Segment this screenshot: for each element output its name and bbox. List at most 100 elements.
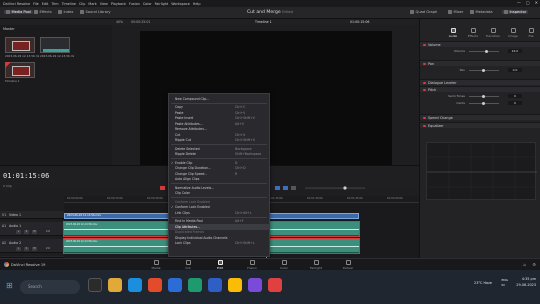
- page-tab-deliver[interactable]: Deliver: [338, 260, 358, 270]
- cents-value[interactable]: 0: [508, 100, 522, 105]
- page-tab-fusion[interactable]: Fusion: [242, 260, 262, 270]
- context-menu-item[interactable]: Auto Align Clips: [169, 177, 269, 183]
- weather-widget[interactable]: 23°C Haze: [474, 281, 492, 285]
- bin-name[interactable]: Master: [3, 27, 15, 31]
- home-icon[interactable]: ⌂: [523, 262, 526, 267]
- tab-image[interactable]: Image: [504, 28, 522, 38]
- context-menu-item[interactable]: New Compound Clip...: [169, 96, 269, 102]
- section-speed-change[interactable]: Speed Change: [420, 114, 540, 120]
- lock-track-icon[interactable]: L: [16, 247, 21, 251]
- section-pan[interactable]: Pan: [420, 60, 540, 66]
- menu-trim[interactable]: Trim: [51, 2, 58, 6]
- mute-track-button[interactable]: M: [32, 230, 37, 234]
- file-explorer-icon[interactable]: [108, 278, 122, 292]
- tab-effects[interactable]: Effects: [464, 28, 482, 38]
- page-tab-media[interactable]: Media: [146, 260, 166, 270]
- pan-value[interactable]: 0.0: [508, 67, 522, 72]
- menu-fairlight[interactable]: Fairlight: [155, 2, 169, 6]
- section-volume[interactable]: Volume: [420, 41, 540, 47]
- semitones-slider-knob[interactable]: [482, 94, 485, 98]
- excel-icon[interactable]: [188, 278, 202, 292]
- index-button[interactable]: Index: [58, 10, 73, 14]
- store-icon[interactable]: [248, 278, 262, 292]
- mail-icon[interactable]: [168, 278, 182, 292]
- section-equalizer[interactable]: Equalizer: [420, 122, 540, 128]
- pan-slider-knob[interactable]: [482, 68, 485, 72]
- media-pool-button[interactable]: Media Pool: [4, 10, 33, 14]
- page-tab-edit[interactable]: Edit: [210, 260, 230, 270]
- page-tab-fairlight[interactable]: Fairlight: [306, 260, 326, 270]
- volume-value[interactable]: 24.0: [508, 48, 522, 53]
- menu-help[interactable]: Help: [193, 2, 201, 6]
- word-icon[interactable]: [208, 278, 222, 292]
- track-header-audio-1[interactable]: A1 Audio 1 L S M 2.0: [0, 222, 64, 236]
- system-clock[interactable]: 4:35 pm 29-06-2023: [516, 276, 536, 288]
- track-header-video[interactable]: V1 Video 1: [0, 211, 64, 219]
- cents-slider[interactable]: [469, 101, 499, 105]
- timeline-timecode[interactable]: 01:01:15:06: [3, 172, 49, 180]
- context-menu-item[interactable]: Clip Color: [169, 191, 269, 197]
- sound-library-button[interactable]: Sound Library: [80, 10, 111, 14]
- semitones-slider[interactable]: [469, 94, 499, 98]
- cents-slider-knob[interactable]: [482, 101, 485, 105]
- equalizer-toggle-icon[interactable]: [423, 124, 426, 128]
- davinci-resolve-taskbar-icon[interactable]: [268, 278, 282, 292]
- task-view-icon[interactable]: [88, 278, 102, 292]
- page-tab-color[interactable]: Color: [274, 260, 294, 270]
- menu-color[interactable]: Color: [143, 2, 152, 6]
- tab-file[interactable]: File: [522, 28, 540, 38]
- pitch-toggle-icon[interactable]: [423, 88, 426, 92]
- solo-track-button[interactable]: S: [24, 247, 29, 251]
- volume-toggle-icon[interactable]: [423, 43, 426, 47]
- maximize-icon[interactable]: ▢: [526, 0, 530, 5]
- settings-gear-icon[interactable]: ⚙: [532, 262, 536, 267]
- section-pitch[interactable]: Pitch: [420, 86, 540, 92]
- media-pool-clip[interactable]: 2023-06-29 12-13-56.mkv: [40, 37, 74, 58]
- track-header-audio-2[interactable]: A2 Audio 2 L S M 2.0: [0, 239, 64, 253]
- solo-track-button[interactable]: S: [24, 230, 29, 234]
- metadata-button[interactable]: Metadata: [470, 10, 493, 14]
- menu-mark[interactable]: Mark: [88, 2, 96, 6]
- context-menu-item[interactable]: Lock Clips Ctrl+Shift+L: [169, 241, 269, 247]
- menu-clip[interactable]: Clip: [79, 2, 85, 6]
- mute-track-button[interactable]: M: [32, 247, 37, 251]
- menu-fusion[interactable]: Fusion: [129, 2, 140, 6]
- semitones-value[interactable]: 0: [508, 93, 522, 98]
- page-tab-cut[interactable]: Cut: [178, 260, 198, 270]
- speed-change-toggle-icon[interactable]: [423, 116, 426, 120]
- pan-slider[interactable]: [469, 68, 499, 72]
- lock-track-icon[interactable]: L: [16, 230, 21, 234]
- context-menu-item[interactable]: Ripple Delete Shift+Backspace: [169, 152, 269, 158]
- menu-playback[interactable]: Playback: [111, 2, 126, 6]
- menu-workspace[interactable]: Workspace: [171, 2, 190, 6]
- pan-toggle-icon[interactable]: [423, 62, 426, 66]
- menu-file[interactable]: File: [33, 2, 39, 6]
- tab-transition[interactable]: Transition: [484, 28, 502, 38]
- timeline-name[interactable]: Timeline 1: [255, 20, 272, 24]
- taskbar-search[interactable]: Search: [20, 280, 80, 294]
- media-pool-timeline[interactable]: Timeline 1: [5, 62, 35, 83]
- dialogue-leveler-toggle-icon[interactable]: [423, 81, 426, 85]
- windows-start-icon[interactable]: ⊞: [6, 281, 13, 290]
- volume-slider[interactable]: [469, 49, 499, 53]
- inspector-button[interactable]: Inspector: [502, 10, 529, 14]
- volume-slider-knob[interactable]: [485, 49, 488, 53]
- effects-button[interactable]: Effects: [34, 10, 52, 14]
- menu-edit[interactable]: Edit: [42, 2, 49, 6]
- menu-view[interactable]: View: [100, 2, 108, 6]
- tab-audio[interactable]: Audio: [444, 28, 462, 38]
- context-menu-item[interactable]: Ripple Cut Ctrl+Shift+X: [169, 138, 269, 144]
- equalizer-graph[interactable]: [426, 142, 537, 201]
- context-menu-item[interactable]: Link Clips Ctrl+Alt+L: [169, 210, 269, 216]
- menu-timeline[interactable]: Timeline: [62, 2, 76, 6]
- section-dialogue-leveler[interactable]: Dialogue Leveler: [420, 79, 540, 85]
- office-icon[interactable]: [148, 278, 162, 292]
- zoom-level[interactable]: 40%: [116, 20, 123, 24]
- quad-graph-button[interactable]: Quad Graph: [410, 10, 437, 14]
- menu-davinci-resolve[interactable]: DaVinci Resolve: [3, 2, 30, 6]
- close-icon[interactable]: ✕: [535, 0, 538, 5]
- edge-browser-icon[interactable]: [128, 278, 142, 292]
- mixer-button[interactable]: Mixer: [448, 10, 463, 14]
- media-pool-clip[interactable]: 2023-06-29 12-13-56.mkv: [5, 37, 39, 58]
- minimize-icon[interactable]: —: [517, 0, 521, 5]
